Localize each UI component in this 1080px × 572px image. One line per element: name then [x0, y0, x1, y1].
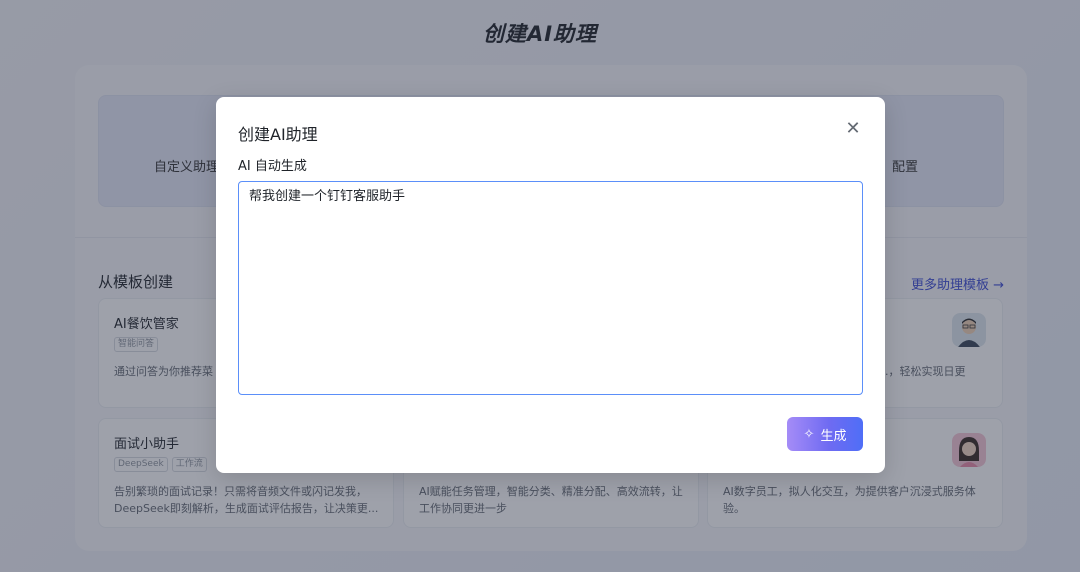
- close-icon[interactable]: ✕: [843, 119, 863, 139]
- magic-wand-icon: ✧: [803, 426, 815, 442]
- auto-generate-label: AI 自动生成: [238, 159, 307, 174]
- generate-label: 生成: [820, 428, 847, 444]
- prompt-textarea[interactable]: 帮我创建一个钉钉客服助手: [238, 181, 863, 395]
- create-assistant-modal: 创建AI助理 ✕ AI 自动生成 帮我创建一个钉钉客服助手 ✧ 生成: [216, 97, 885, 473]
- generate-button[interactable]: ✧ 生成: [787, 417, 863, 451]
- modal-title: 创建AI助理: [238, 125, 318, 144]
